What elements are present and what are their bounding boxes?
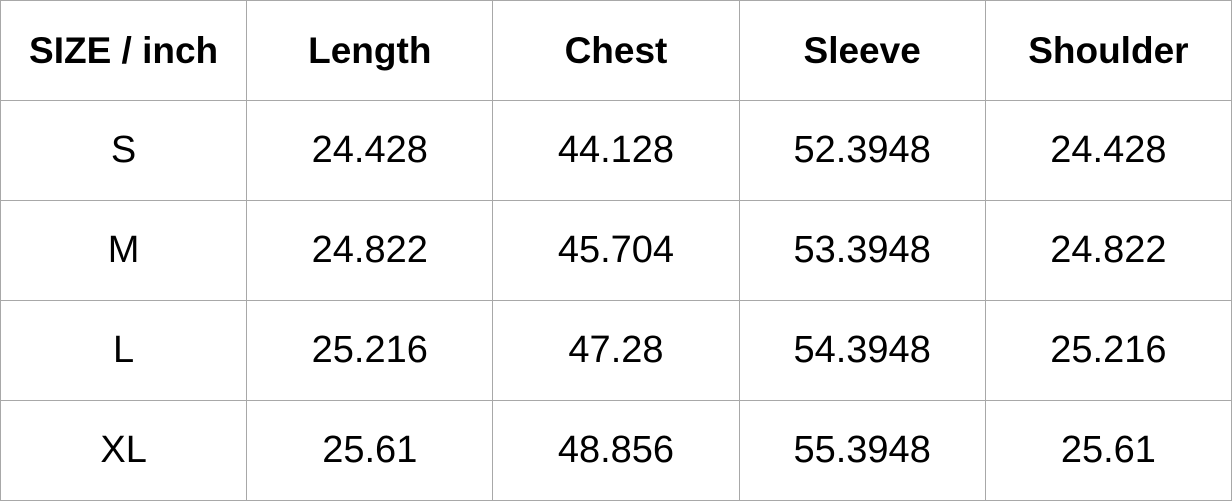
header-length: Length xyxy=(246,0,494,101)
cell-shoulder: 24.428 xyxy=(984,100,1232,201)
cell-size: XL xyxy=(0,400,248,501)
cell-size: M xyxy=(0,200,248,301)
cell-sleeve: 54.3948 xyxy=(738,300,986,401)
cell-chest: 47.28 xyxy=(492,300,740,401)
cell-chest: 48.856 xyxy=(492,400,740,501)
cell-size: S xyxy=(0,100,248,201)
table-row: XL 25.61 48.856 55.3948 25.61 xyxy=(0,400,1232,501)
cell-shoulder: 25.61 xyxy=(984,400,1232,501)
cell-shoulder: 24.822 xyxy=(984,200,1232,301)
cell-length: 25.216 xyxy=(246,300,494,401)
header-size: SIZE / inch xyxy=(0,0,248,101)
cell-chest: 45.704 xyxy=(492,200,740,301)
size-chart-table: SIZE / inch Length Chest Sleeve Shoulder… xyxy=(0,0,1232,501)
table-row: S 24.428 44.128 52.3948 24.428 xyxy=(0,100,1232,201)
cell-size: L xyxy=(0,300,248,401)
cell-shoulder: 25.216 xyxy=(984,300,1232,401)
header-sleeve: Sleeve xyxy=(738,0,986,101)
header-shoulder: Shoulder xyxy=(984,0,1232,101)
table-row: L 25.216 47.28 54.3948 25.216 xyxy=(0,300,1232,401)
table-row: M 24.822 45.704 53.3948 24.822 xyxy=(0,200,1232,301)
cell-sleeve: 52.3948 xyxy=(738,100,986,201)
cell-length: 24.428 xyxy=(246,100,494,201)
header-chest: Chest xyxy=(492,0,740,101)
cell-chest: 44.128 xyxy=(492,100,740,201)
cell-length: 25.61 xyxy=(246,400,494,501)
cell-sleeve: 55.3948 xyxy=(738,400,986,501)
cell-sleeve: 53.3948 xyxy=(738,200,986,301)
header-row: SIZE / inch Length Chest Sleeve Shoulder xyxy=(0,0,1232,101)
cell-length: 24.822 xyxy=(246,200,494,301)
